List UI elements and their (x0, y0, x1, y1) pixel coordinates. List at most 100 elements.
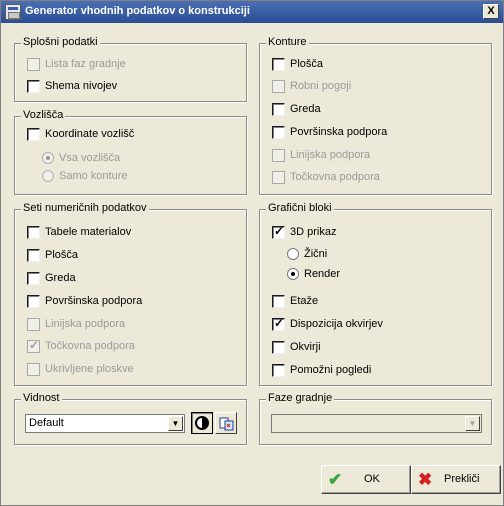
radio-label: Samo konture (59, 170, 128, 183)
radio-button (42, 152, 54, 165)
faze-legend: Faze gradnje (266, 392, 335, 404)
checkbox-box (272, 148, 285, 162)
vidnost-legend: Vidnost (21, 392, 62, 404)
checkbox-box[interactable] (27, 225, 40, 239)
checkbox-shema-nivojev[interactable]: Shema nivojev (27, 79, 117, 95)
seti-numericnih-podatkov-group: Seti numeričnih podatkov Tabele material… (14, 202, 247, 386)
radio-zicni[interactable]: Žični (287, 247, 327, 263)
checkbox-seti-greda[interactable]: Greda (27, 271, 76, 287)
checkbox-box[interactable] (272, 125, 285, 139)
checkbox-label: Tabele materialov (45, 226, 132, 239)
splosni-podatki-group: Splošni podatki Lista faz gradnje Shema … (14, 36, 247, 102)
checkbox-label: Plošča (290, 58, 324, 71)
checkbox-label: Plošča (45, 249, 79, 262)
cancel-label: Prekliči (444, 473, 480, 485)
chevron-down-icon[interactable]: ▼ (168, 416, 183, 431)
checkbox-box[interactable] (27, 248, 40, 262)
cancel-button[interactable]: ✖ Prekliči (411, 465, 501, 494)
layers-icon (219, 417, 234, 431)
checkbox-box[interactable]: ✓ (272, 224, 285, 239)
checkbox-box[interactable] (27, 79, 40, 93)
konture-group: Konture Plošča Robni pogoji Greda Površi… (259, 36, 492, 195)
window-title: Generator vhodnih podatkov o konstrukcij… (25, 5, 250, 17)
seti-legend: Seti numeričnih podatkov (21, 202, 149, 214)
radio-render[interactable]: Render (287, 267, 340, 283)
checkbox-koordinate-vozlisc[interactable]: Koordinate vozlišč (27, 127, 134, 143)
graficni-bloki-group: Grafični bloki ✓ 3D prikaz Žični Render E… (259, 202, 492, 386)
contrast-button[interactable] (191, 412, 213, 434)
checkbox-pomozni-pogledi[interactable]: Pomožni pogledi (272, 363, 371, 379)
checkbox-okvirji[interactable]: Okvirji (272, 340, 321, 356)
checkbox-label: Ukrivljene ploskve (45, 363, 134, 376)
close-button[interactable]: X (483, 4, 499, 19)
checkbox-box[interactable] (272, 102, 285, 116)
checkbox-label: Točkovna podpora (290, 171, 380, 184)
checkbox-box[interactable] (272, 340, 285, 354)
checkbox-konture-tockovna-podpora: Točkovna podpora (272, 170, 380, 186)
checkbox-box (27, 317, 40, 331)
checkbox-label: Linijska podpora (45, 318, 126, 331)
checkbox-3d-prikaz[interactable]: ✓ 3D prikaz (272, 224, 337, 241)
ok-button[interactable]: ✔ OK (321, 465, 411, 494)
checkbox-dispozicija-okvirjev[interactable]: ✓ Dispozicija okvirjev (272, 316, 383, 333)
checkbox-konture-plosca[interactable]: Plošča (272, 57, 323, 73)
checkbox-label: Dispozicija okvirjev (290, 318, 383, 331)
layers-button[interactable] (215, 412, 237, 434)
checkbox-box[interactable] (272, 57, 285, 71)
radio-button[interactable] (287, 248, 299, 261)
cross-icon: ✖ (418, 470, 433, 489)
checkbox-label: Linijska podpora (290, 149, 371, 162)
checkbox-lista-faz-gradnje: Lista faz gradnje (27, 57, 126, 73)
checkbox-label: 3D prikaz (290, 226, 337, 239)
checkbox-seti-tockovna-podpora: ✓ Točkovna podpora (27, 338, 135, 355)
title-bar[interactable]: Generator vhodnih podatkov o konstrukcij… (1, 1, 503, 23)
vidnost-select[interactable]: Default ▼ (25, 414, 185, 433)
checkbox-seti-linijska-podpora: Linijska podpora (27, 317, 125, 333)
vozlisca-group: Vozlišča Koordinate vozlišč Vsa vozlišča… (14, 109, 247, 195)
checkbox-box[interactable] (272, 363, 285, 377)
radio-vsa-vozlisca: Vsa vozlišča (42, 151, 120, 167)
graficni-legend: Grafični bloki (266, 202, 334, 214)
checkbox-konture-greda[interactable]: Greda (272, 102, 321, 118)
checkbox-box[interactable] (272, 294, 285, 308)
checkbox-label: Površinska podpora (45, 295, 143, 308)
radio-label: Žični (304, 248, 328, 261)
radio-button (42, 170, 54, 183)
checkbox-label: Površinska podpora (290, 126, 388, 139)
checkbox-box[interactable] (27, 271, 40, 285)
checkbox-seti-plosca[interactable]: Plošča (27, 248, 78, 264)
checkbox-label: Greda (45, 272, 76, 285)
vozlisca-legend: Vozlišča (21, 109, 66, 121)
checkbox-konture-linijska-podpora: Linijska podpora (272, 148, 370, 164)
dialog-window: Generator vhodnih podatkov o konstrukcij… (0, 0, 504, 506)
checkbox-ukrivljene-ploskve: Ukrivljene ploskve (27, 362, 134, 378)
ok-label: OK (364, 473, 380, 485)
checkbox-seti-povrsinska-podpora[interactable]: Površinska podpora (27, 294, 142, 310)
contrast-icon (195, 416, 209, 430)
radio-label: Vsa vozlišča (59, 152, 121, 165)
konture-legend: Konture (266, 36, 309, 48)
checkbox-label: Točkovna podpora (45, 340, 135, 353)
checkbox-box[interactable] (27, 294, 40, 308)
checkbox-box (272, 79, 285, 93)
radio-button[interactable] (287, 268, 299, 281)
checkbox-label: Lista faz gradnje (45, 58, 126, 71)
vidnost-group: Vidnost Default ▼ (14, 392, 247, 445)
checkbox-label: Shema nivojev (45, 80, 118, 93)
checkbox-box (27, 362, 40, 376)
checkbox-box (27, 57, 40, 71)
splosni-podatki-legend: Splošni podatki (21, 36, 100, 48)
checkbox-tabele-materialov[interactable]: Tabele materialov (27, 225, 131, 241)
radio-label: Render (304, 268, 341, 281)
vidnost-select-value: Default (29, 417, 64, 429)
app-icon (5, 4, 21, 20)
checkbox-box[interactable] (27, 127, 40, 141)
checkbox-etaze[interactable]: Etaže (272, 294, 318, 310)
checkbox-label: Pomožni pogledi (290, 364, 372, 377)
checkbox-label: Koordinate vozlišč (45, 128, 135, 141)
chevron-down-icon: ▼ (465, 416, 480, 431)
checkbox-box[interactable]: ✓ (272, 316, 285, 331)
checkbox-konture-povrsinska-podpora[interactable]: Površinska podpora (272, 125, 387, 141)
checkbox-label: Greda (290, 103, 321, 116)
checkbox-label: Etaže (290, 295, 319, 308)
